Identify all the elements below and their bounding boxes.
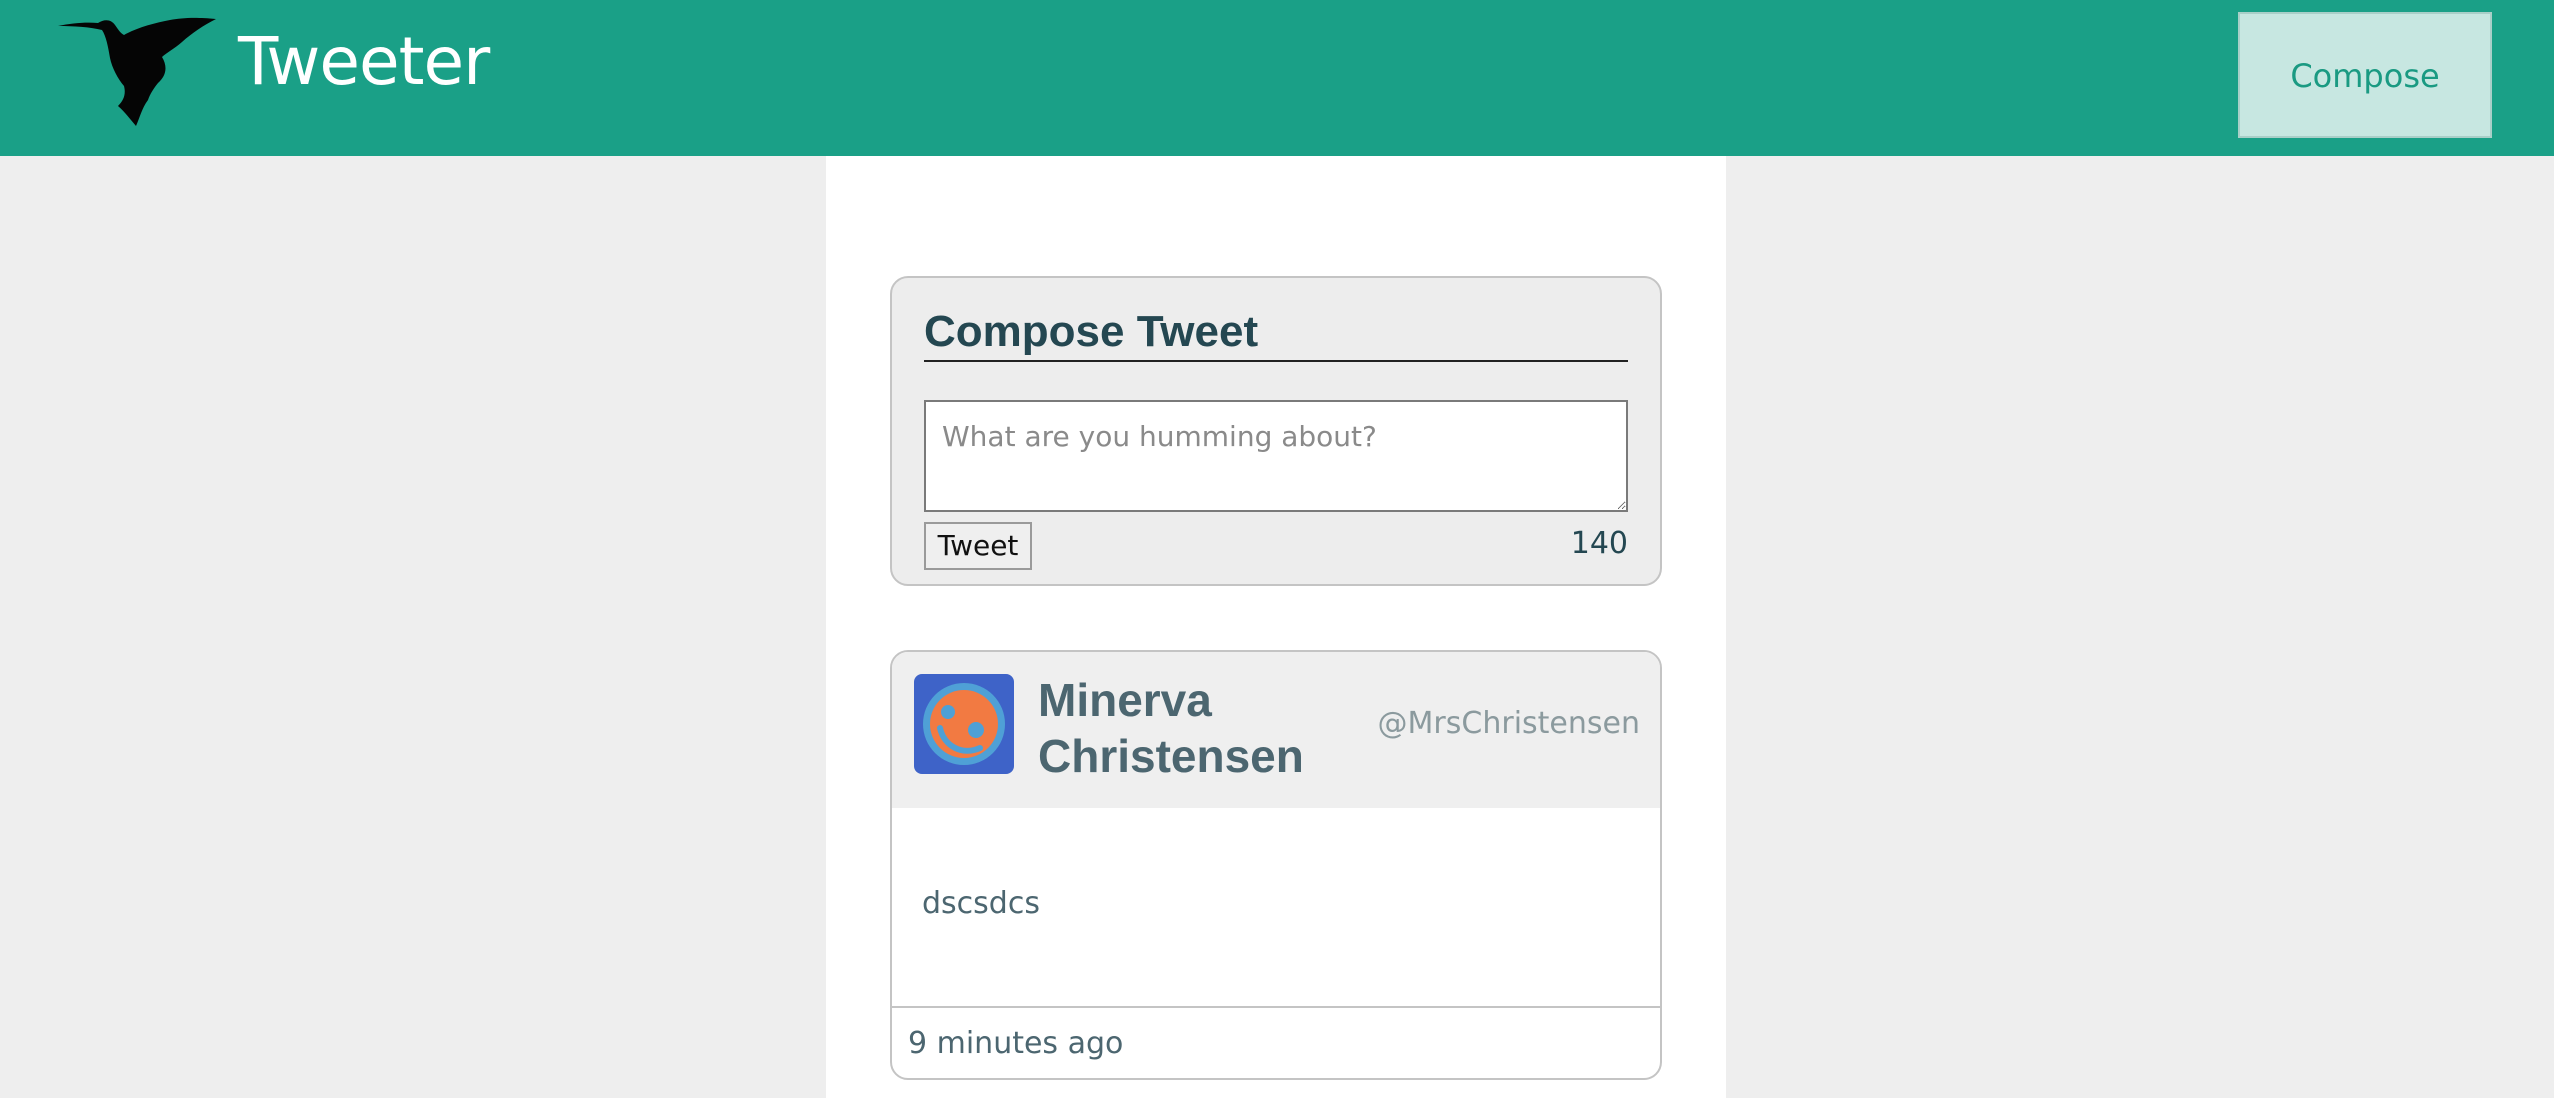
tweet-content: dscsdcs <box>922 886 1040 921</box>
compose-toggle-button[interactable]: Compose <box>2238 12 2492 138</box>
tweet-textarea[interactable] <box>924 400 1628 512</box>
character-counter: 140 <box>1570 526 1628 561</box>
compose-panel: Compose Tweet Tweet 140 <box>890 276 1662 586</box>
compose-title: Compose Tweet <box>924 304 1628 362</box>
tweet-author-handle: @MrsChristensen <box>1377 706 1640 741</box>
tweet-footer: 9 minutes ago <box>892 1006 1660 1078</box>
hummingbird-icon <box>58 17 216 127</box>
tweet-author-name: Minerva Christensen <box>1038 674 1304 782</box>
tweet-header: Minerva Christensen @MrsChristensen <box>892 652 1660 808</box>
tweet-timestamp: 9 minutes ago <box>908 1026 1124 1061</box>
tweet-submit-button[interactable]: Tweet <box>924 522 1032 570</box>
avatar-face-icon <box>914 674 1014 774</box>
navbar: Tweeter Compose <box>0 0 2554 156</box>
brand-title: Tweeter <box>238 23 490 100</box>
tweet-card: Minerva Christensen @MrsChristensen dscs… <box>890 650 1662 1080</box>
